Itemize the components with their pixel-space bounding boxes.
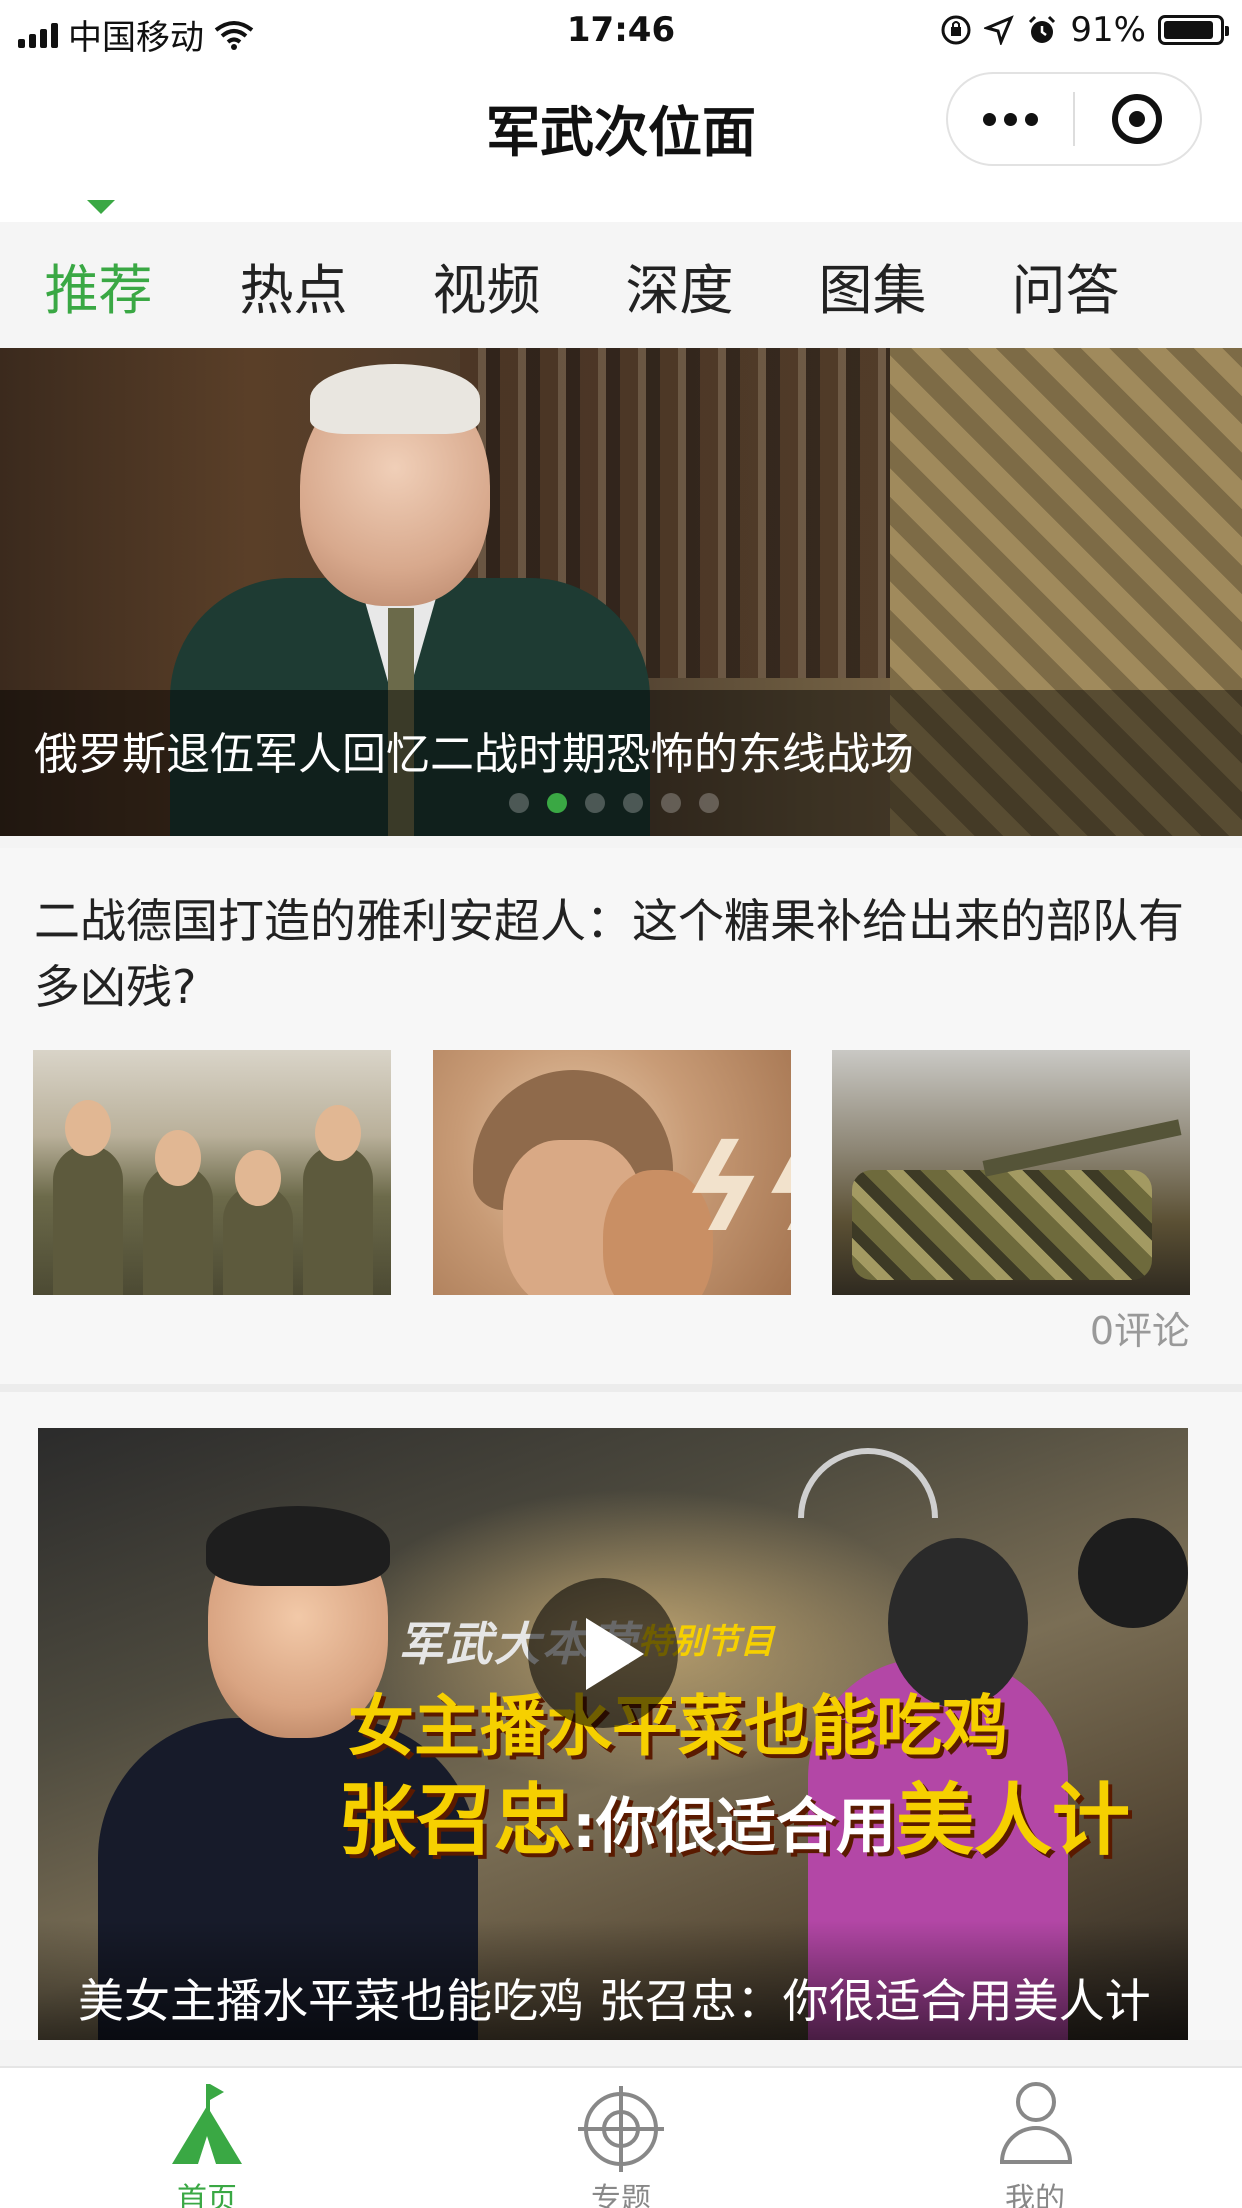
tent-home-icon — [172, 2084, 242, 2164]
tab-gallery[interactable]: 图集 — [776, 246, 969, 325]
video-overlay-line1: 女主播水平菜也能吃鸡 — [348, 1688, 1008, 1765]
target-close-icon — [1112, 94, 1163, 144]
comment-count[interactable]: 0评论 — [1090, 1300, 1190, 1355]
carousel-dot[interactable] — [699, 793, 719, 813]
status-bar: 中国移动 17:46 91% — [0, 0, 1242, 62]
user-icon — [1000, 2082, 1072, 2166]
video-overlay-line2: 张召忠:你很适合用美人计 — [338, 1758, 1130, 1870]
tab-hot[interactable]: 热点 — [197, 246, 390, 325]
tabbar-topics[interactable]: 专题 — [414, 2068, 828, 2208]
banner-carousel[interactable]: 俄罗斯退伍军人回忆二战时期恐怖的东线战场 — [0, 348, 1242, 836]
tabbar-mine-label: 我的 — [1005, 2182, 1065, 2208]
article-card[interactable]: 二战德国打造的雅利安超人：这个糖果补给出来的部队有多凶残? ϟϟ 0评论 — [0, 848, 1242, 1408]
nav-bar: 军武次位面 — [0, 62, 1242, 222]
video-caption: 美女主播水平菜也能吃鸡 张召忠：你很适合用美人计 — [78, 1974, 1151, 2028]
crosshair-icon — [578, 2086, 664, 2172]
active-tab-indicator — [87, 200, 115, 214]
status-right: 91% — [940, 10, 1229, 50]
carousel-dots — [509, 793, 719, 813]
parachute-image — [798, 1448, 938, 1518]
alarm-icon — [1029, 15, 1056, 43]
card-divider — [0, 1384, 1242, 1392]
video-overlay-name: 张召忠 — [338, 1776, 573, 1866]
rotation-lock-icon — [941, 15, 971, 45]
carousel-dot[interactable] — [661, 793, 681, 813]
close-button[interactable] — [1075, 74, 1200, 164]
video-card[interactable]: 军武大本营 特别节目 女主播水平菜也能吃鸡 张召忠:你很适合用美人计 美女主播水… — [0, 1392, 1242, 2040]
carousel-dot[interactable] — [509, 793, 529, 813]
video-overlay-quote: :你很适合用 — [572, 1792, 897, 1862]
tabbar-topics-label: 专题 — [591, 2182, 651, 2208]
banner-caption: 俄罗斯退伍军人回忆二战时期恐怖的东线战场 — [34, 729, 914, 780]
article-thumbnail-tank — [832, 1050, 1190, 1295]
play-icon[interactable] — [528, 1578, 678, 1728]
carousel-dot[interactable] — [547, 793, 567, 813]
article-thumbnail-poster: ϟϟ — [433, 1050, 791, 1295]
tab-recommend[interactable]: 推荐 — [0, 246, 197, 325]
bottom-tab-bar: 首页 专题 我的 — [0, 2066, 1242, 2208]
video-overlay-tail: 美人计 — [896, 1776, 1131, 1866]
video-thumbnail[interactable]: 军武大本营 特别节目 女主播水平菜也能吃鸡 张召忠:你很适合用美人计 美女主播水… — [38, 1428, 1188, 2040]
battery-icon — [1158, 15, 1229, 45]
mini-program-capsule — [946, 72, 1202, 166]
tab-depth[interactable]: 深度 — [583, 246, 776, 325]
category-tabs: 推荐 热点 视频 深度 图集 问答 — [0, 222, 1242, 348]
battery-percent: 91% — [1070, 10, 1146, 50]
tab-qa[interactable]: 问答 — [969, 246, 1162, 325]
tab-video[interactable]: 视频 — [390, 246, 583, 325]
article-title: 二战德国打造的雅利安超人：这个糖果补给出来的部队有多凶残? — [34, 894, 1184, 1014]
more-dots-icon[interactable] — [948, 74, 1073, 164]
tabbar-home-label: 首页 — [177, 2182, 237, 2208]
tabbar-mine[interactable]: 我的 — [828, 2068, 1242, 2208]
article-thumbnail-soldiers — [33, 1050, 391, 1295]
carousel-dot[interactable] — [623, 793, 643, 813]
carousel-dot[interactable] — [585, 793, 605, 813]
location-icon — [984, 15, 1015, 45]
tabbar-home[interactable]: 首页 — [0, 2068, 414, 2208]
